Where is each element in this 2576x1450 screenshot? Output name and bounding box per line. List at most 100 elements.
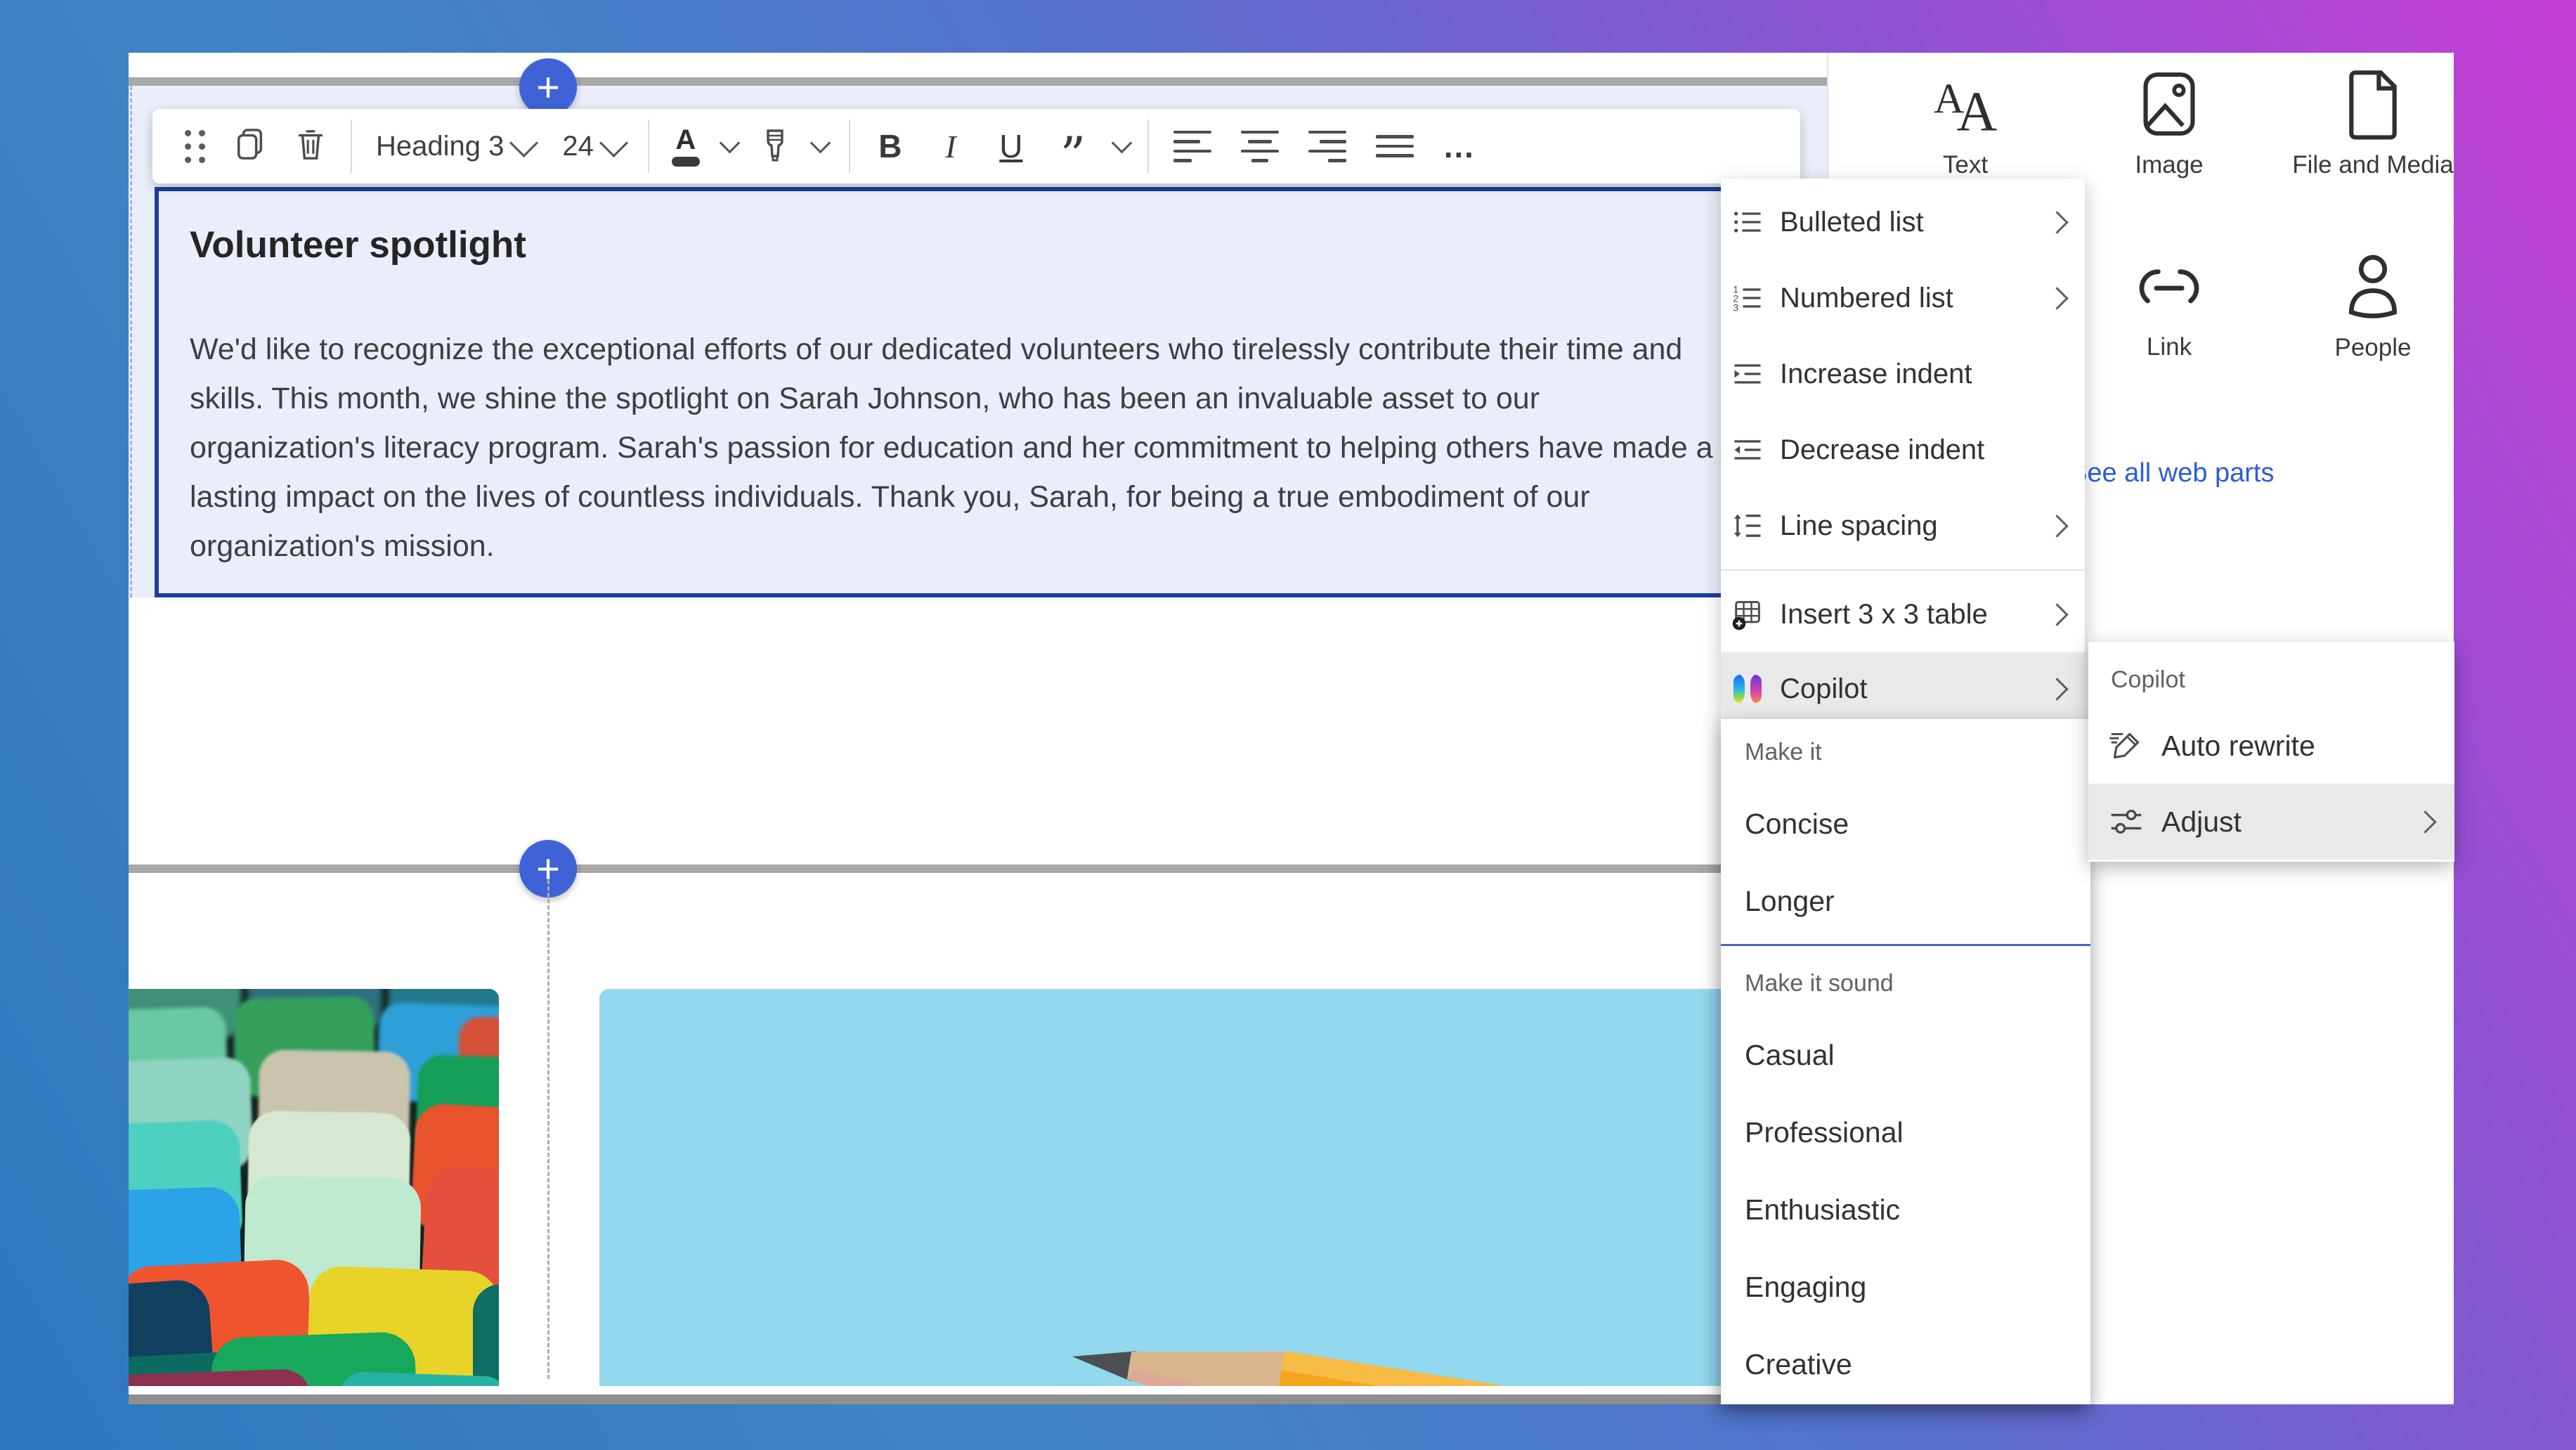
section-header-make-it: Make it xyxy=(1721,719,2090,785)
webpart-item-file-media[interactable]: File and Media xyxy=(2282,67,2464,179)
italic-button[interactable]: I xyxy=(921,117,981,175)
menu-item-label: Decrease indent xyxy=(1780,434,2078,466)
menu-item-insert-table[interactable]: Insert 3 x 3 table xyxy=(1721,576,2085,652)
trash-icon xyxy=(294,127,327,166)
align-right-button[interactable] xyxy=(1294,117,1361,175)
section-header-make-it-sound: Make it sound xyxy=(1721,950,2090,1016)
quote-icon: ” xyxy=(1060,145,1086,166)
webpart-item-text[interactable]: AA Text xyxy=(1874,67,2057,179)
submenu-separator xyxy=(1721,944,2090,946)
menu-item-bulleted-list[interactable]: Bulleted list xyxy=(1721,184,2085,260)
line-spacing-icon xyxy=(1731,509,1764,543)
menu-item-increase-indent[interactable]: Increase indent xyxy=(1721,336,2085,412)
font-color-button[interactable]: A xyxy=(659,117,713,175)
toolbar-more-button[interactable]: … xyxy=(1429,117,1492,175)
chevron-down-icon xyxy=(810,132,831,153)
webpart-label: File and Media xyxy=(2282,151,2464,179)
more-ellipsis-icon: … xyxy=(1443,127,1478,165)
highlight-split-chevron[interactable] xyxy=(803,117,828,175)
menu-item-professional[interactable]: Professional xyxy=(1721,1094,2090,1171)
underline-button[interactable]: U xyxy=(981,117,1041,175)
menu-item-label: Numbered list xyxy=(1780,283,2049,314)
menu-item-label: Insert 3 x 3 table xyxy=(1780,599,2049,630)
screenshot-root: { "colors":{"accent_blue":"#3f63d7","sel… xyxy=(0,0,2576,1450)
highlight-button[interactable] xyxy=(747,117,803,175)
font-size-dropdown[interactable]: 24 xyxy=(548,117,638,175)
decrease-indent-icon xyxy=(1731,433,1764,467)
font-color-split-chevron[interactable] xyxy=(713,117,737,175)
align-left-icon xyxy=(1173,131,1211,162)
webpart-heading: Volunteer spotlight xyxy=(190,224,1707,266)
chevron-right-icon xyxy=(2045,514,2069,538)
menu-item-label: Auto rewrite xyxy=(2161,730,2445,763)
adjust-sliders-icon xyxy=(2108,803,2145,840)
pencil-image-webpart[interactable] xyxy=(599,989,1799,1386)
font-color-icon: A xyxy=(672,126,700,167)
align-justify-icon xyxy=(1376,135,1414,157)
bulleted-list-icon xyxy=(1731,205,1764,239)
chevron-right-icon xyxy=(2045,603,2069,626)
align-left-button[interactable] xyxy=(1159,117,1226,175)
duplicate-button[interactable] xyxy=(220,117,280,175)
webpart-label: People xyxy=(2282,334,2464,362)
menu-item-label: Increase indent xyxy=(1780,358,2078,390)
align-justify-button[interactable] xyxy=(1361,117,1429,175)
blockquote-button[interactable]: ” xyxy=(1041,117,1105,175)
text-format-toolbar: Heading 3 24 A B I U ” … xyxy=(152,109,1800,183)
menu-item-creative[interactable]: Creative xyxy=(1721,1326,2090,1403)
menu-item-label: Line spacing xyxy=(1780,510,2049,542)
menu-item-label: Adjust xyxy=(2161,805,2417,839)
link-webpart-icon xyxy=(2078,253,2260,323)
webpart-item-link[interactable]: Link xyxy=(2078,253,2260,361)
webpart-label: Image xyxy=(2078,151,2260,179)
chevron-right-icon xyxy=(2045,287,2069,310)
numbered-list-icon: 123 xyxy=(1731,281,1764,315)
chevron-down-icon xyxy=(720,132,741,153)
insert-table-icon xyxy=(1731,597,1764,631)
drag-handle-icon[interactable] xyxy=(171,117,220,175)
menu-item-line-spacing[interactable]: Line spacing xyxy=(1721,488,2085,564)
text-style-value: Heading 3 xyxy=(376,131,504,162)
chevron-down-icon xyxy=(599,128,628,157)
webpart-label: Text xyxy=(1874,151,2057,179)
file-media-webpart-icon xyxy=(2282,67,2464,141)
menu-item-label: Bulleted list xyxy=(1780,207,2049,238)
see-all-web-parts-link[interactable]: See all web parts xyxy=(2069,458,2275,488)
duplicate-icon xyxy=(234,127,266,167)
menu-item-casual[interactable]: Casual xyxy=(1721,1016,2090,1094)
webpart-item-people[interactable]: People xyxy=(2282,250,2464,362)
menu-item-decrease-indent[interactable]: Decrease indent xyxy=(1721,412,2085,488)
menu-item-numbered-list[interactable]: 123 Numbered list xyxy=(1721,260,2085,336)
webpart-label: Link xyxy=(2078,333,2260,361)
font-size-value: 24 xyxy=(562,131,594,162)
chevron-down-icon xyxy=(509,128,538,157)
auto-rewrite-icon xyxy=(2108,727,2145,764)
copilot-submenu: Copilot Auto rewrite Adjust xyxy=(2088,642,2454,862)
copilot-icon xyxy=(1731,672,1764,706)
menu-item-copilot[interactable]: Copilot xyxy=(1721,652,2085,725)
svg-text:3: 3 xyxy=(1733,303,1738,314)
format-more-chevron[interactable] xyxy=(1105,117,1129,175)
copilot-submenu-title: Copilot xyxy=(2088,652,2454,708)
delete-button[interactable] xyxy=(280,117,341,175)
menu-item-adjust[interactable]: Adjust xyxy=(2088,784,2454,860)
align-center-icon xyxy=(1241,131,1279,162)
section-left-dashed-border xyxy=(130,86,132,597)
menu-item-enthusiastic[interactable]: Enthusiastic xyxy=(1721,1171,2090,1248)
menu-separator xyxy=(1721,569,2085,571)
chevron-right-icon xyxy=(2045,678,2069,701)
menu-item-engaging[interactable]: Engaging xyxy=(1721,1248,2090,1326)
align-center-button[interactable] xyxy=(1226,117,1294,175)
image-webpart-icon xyxy=(2078,67,2260,141)
webpart-item-image[interactable]: Image xyxy=(2078,67,2260,179)
chairs-image-webpart[interactable] xyxy=(129,989,499,1386)
add-section-button-top[interactable]: + xyxy=(519,58,577,116)
text-style-dropdown[interactable]: Heading 3 xyxy=(362,117,548,175)
menu-item-concise[interactable]: Concise xyxy=(1721,785,2090,862)
menu-item-longer[interactable]: Longer xyxy=(1721,862,2090,940)
text-webpart-icon: AA xyxy=(1874,67,2057,141)
bold-button[interactable]: B xyxy=(860,117,921,175)
menu-item-label: Copilot xyxy=(1780,673,2049,705)
page-bottom-scrollbar[interactable] xyxy=(129,1394,1827,1404)
menu-item-auto-rewrite[interactable]: Auto rewrite xyxy=(2088,708,2454,784)
